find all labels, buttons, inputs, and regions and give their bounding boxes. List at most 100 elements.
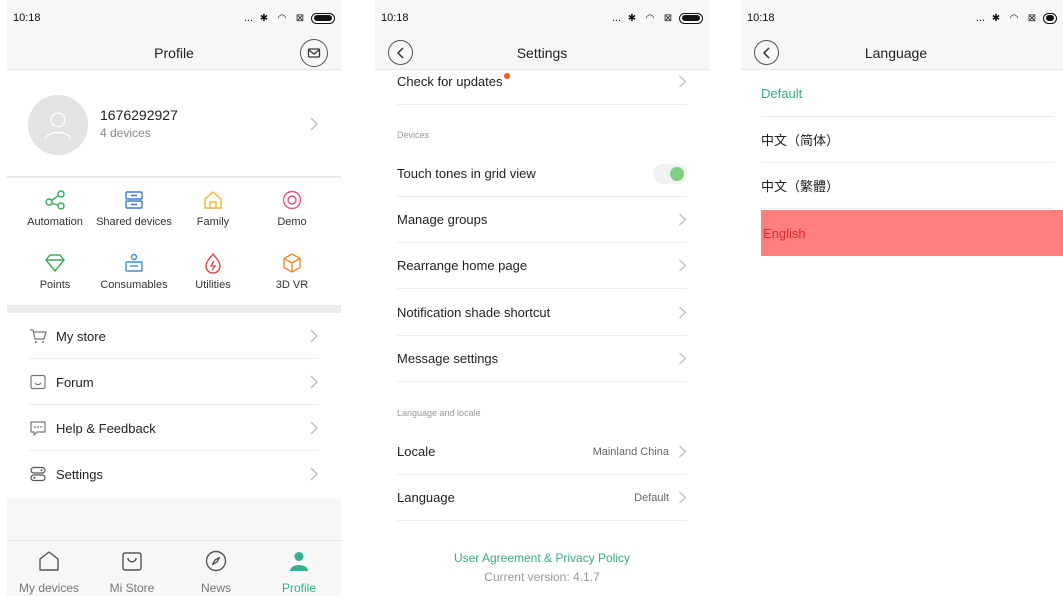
menu-item-forum[interactable]: Forum [7,359,341,405]
person-icon [290,552,308,571]
menu-item-settings[interactable]: Settings [7,451,341,497]
settings-screen: 10:18 ... ✱ ◠ ⊠ Settings Check for updat… [375,0,709,596]
rearrange-home-row[interactable]: Rearrange home page [397,243,687,289]
feedback-icon [29,420,47,436]
tab-news[interactable]: News [174,549,258,595]
version-text: Current version: 4.1.7 [484,570,600,584]
chevron-right-icon [309,329,319,343]
account-id: 1676292927 [100,107,178,123]
grid-label: Utilities [195,279,231,291]
avatar[interactable] [28,95,88,155]
grid-item-points[interactable]: Points [10,252,100,291]
menu-label: My store [56,328,106,344]
language-value: Default [634,491,669,504]
menu-label: Settings [56,466,103,482]
tab-label: Mi Store [109,581,155,595]
mail-icon [307,48,321,58]
grid-label: Automation [27,216,83,228]
tab-my-devices[interactable]: My devices [7,549,91,595]
language-option-simplified-chinese[interactable]: 中文（简体） [761,117,1053,163]
section-separator [7,305,341,313]
grid-item-3d-vr[interactable]: 3D VR [247,252,337,291]
chevron-right-icon [679,213,687,226]
device-count: 4 devices [100,126,151,140]
feature-grid: Automation Shared devices Family Demo Po… [7,177,341,305]
status-bar: 10:18 ... ✱ ◠ ⊠ [375,0,709,36]
chevron-right-icon [679,306,687,319]
bottom-tab-bar: My devices Mi Store News Profile [7,540,341,596]
forum-icon [29,374,47,390]
locale-label: Locale [397,444,436,459]
menu-label: Forum [56,374,94,390]
menu-label: Help & Feedback [56,420,156,436]
notification-shortcut-row[interactable]: Notification shade shortcut [397,290,687,336]
locale-row[interactable]: Locale Mainland China [397,429,687,475]
menu-item-help-feedback[interactable]: Help & Feedback [7,405,341,451]
wifi-icon: ◠ [645,12,655,24]
status-dots: ... [975,12,985,24]
menu-item-my-store[interactable]: My store [7,313,341,359]
bluetooth-icon: ✱ [259,12,269,24]
grid-item-family[interactable]: Family [168,189,258,228]
vr-icon [283,253,301,273]
utilities-icon [205,252,221,274]
chevron-right-icon [679,259,687,272]
touch-tones-toggle[interactable] [653,163,687,184]
check-updates-row[interactable]: Check for updates [397,59,687,105]
account-card[interactable]: 1676292927 4 devices [7,71,341,177]
chevron-right-icon [309,421,319,435]
divider [7,177,341,178]
status-dots: ... [611,12,621,24]
chevron-left-icon [396,46,404,59]
language-row[interactable]: Language Default [397,475,687,521]
grid-item-automation[interactable]: Automation [10,189,100,228]
avatar-person-icon [44,112,72,140]
shared-devices-icon [125,191,143,209]
language-screen: 10:18 ... ✱ ◠ ⊠ Language Default 中文（简体） … [741,0,1063,596]
language-option-default[interactable]: Default [761,71,1053,117]
sim-icon: ⊠ [663,12,673,24]
language-label: Language [397,490,455,505]
back-button[interactable] [754,40,779,65]
touch-tones-label: Touch tones in grid view [397,166,536,181]
language-option-traditional-chinese[interactable]: 中文（繁體） [761,163,1053,209]
profile-screen: 10:18 ... ✱ ◠ ⊠ Profile 1676292927 4 dev… [7,0,341,596]
language-option-english[interactable]: English [761,210,1063,256]
grid-label: Shared devices [96,216,172,228]
chevron-right-icon [679,75,687,88]
wifi-icon: ◠ [277,12,287,24]
demo-icon [282,190,302,210]
manage-groups-row[interactable]: Manage groups [397,197,687,243]
user-agreement-link[interactable]: User Agreement & Privacy Policy [375,551,709,565]
bluetooth-icon: ✱ [627,12,637,24]
notification-shortcut-label: Notification shade shortcut [397,305,551,320]
locale-value: Mainland China [592,445,669,458]
consumables-icon [125,253,143,272]
chevron-right-icon [309,467,319,481]
message-settings-label: Message settings [397,351,499,366]
status-time: 10:18 [13,12,41,24]
grid-item-utilities[interactable]: Utilities [168,252,258,291]
grid-item-demo[interactable]: Demo [247,189,337,228]
manage-groups-label: Manage groups [397,212,488,227]
battery-icon [1043,12,1057,24]
grid-label: Points [39,279,71,291]
tab-label: My devices [18,581,80,595]
sim-icon: ⊠ [1027,12,1037,24]
grid-item-shared-devices[interactable]: Shared devices [89,189,179,228]
rearrange-label: Rearrange home page [397,258,528,273]
tab-profile[interactable]: Profile [257,549,341,595]
check-updates-label: Check for updates [397,74,503,89]
profile-menu: My store Forum Help & Feedback Settings [7,313,341,498]
home-icon [39,551,59,571]
points-icon [45,254,65,272]
messages-button[interactable] [300,39,328,67]
tab-mi-store[interactable]: Mi Store [90,549,174,595]
grid-item-consumables[interactable]: Consumables [89,252,179,291]
message-settings-row[interactable]: Message settings [397,336,687,382]
grid-label: Family [196,216,230,228]
page-title: Language [864,45,928,61]
status-time: 10:18 [381,12,409,24]
page-title: Profile [154,45,194,61]
chevron-right-icon [679,445,687,458]
